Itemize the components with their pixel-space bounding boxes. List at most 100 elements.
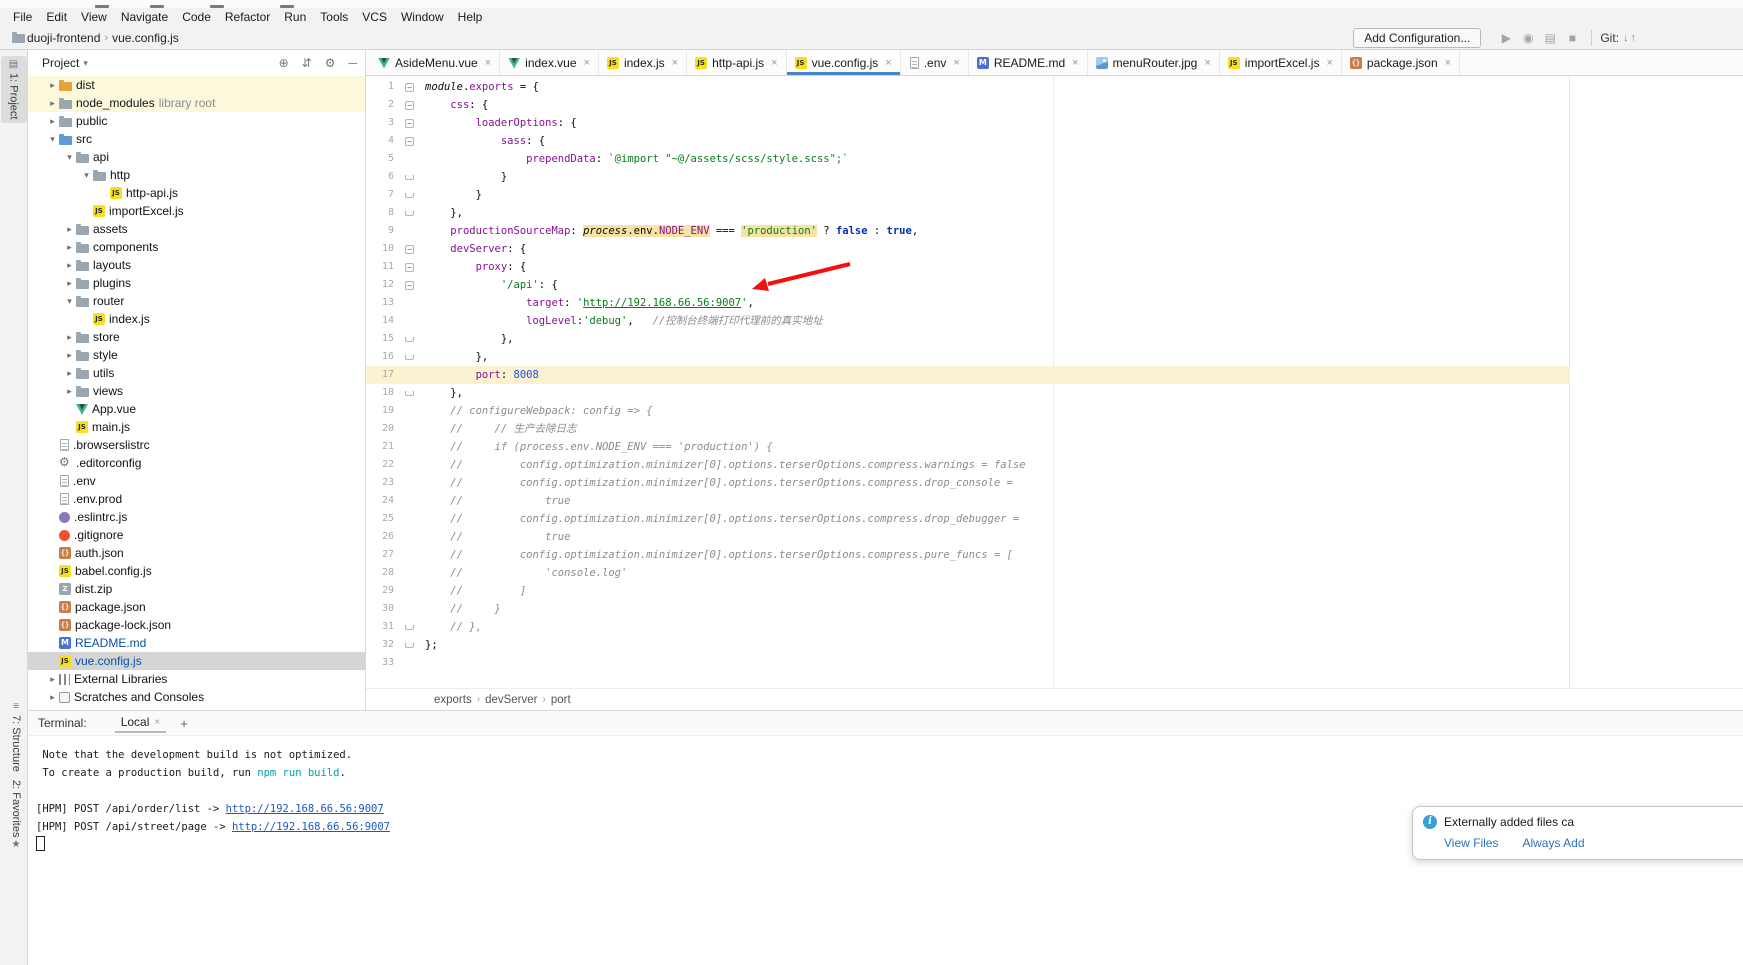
git-update-icon[interactable]: ↓↑ <box>1623 32 1638 44</box>
fold-marker[interactable]: − <box>394 119 425 128</box>
close-icon[interactable]: × <box>953 57 959 69</box>
chevron-right-icon[interactable]: ▸ <box>46 674 59 685</box>
collapse-all-icon[interactable]: ⇵ <box>302 56 312 70</box>
editor-tab[interactable]: index.js× <box>599 50 687 75</box>
tree-item[interactable]: ▸External Libraries <box>28 670 365 688</box>
tree-item[interactable]: ▸public <box>28 112 365 130</box>
breadcrumb-project[interactable]: duoji-frontend <box>27 31 100 45</box>
chevron-down-icon[interactable]: ▾ <box>63 296 76 307</box>
fold-marker[interactable]: − <box>394 101 425 110</box>
tree-item[interactable]: ▾api <box>28 148 365 166</box>
close-icon[interactable]: × <box>485 57 491 69</box>
debug-icon[interactable]: ◉ <box>1517 31 1539 45</box>
chevron-down-icon[interactable]: ▾ <box>80 170 93 181</box>
fold-marker[interactable]: − <box>394 281 425 290</box>
fold-marker[interactable] <box>394 193 425 198</box>
terminal-link[interactable]: http://192.168.66.56:9007 <box>232 821 390 833</box>
close-icon[interactable]: × <box>1445 57 1451 69</box>
fold-marker[interactable] <box>394 643 425 648</box>
chevron-down-icon[interactable]: ▾ <box>83 58 88 69</box>
tree-item[interactable]: package-lock.json <box>28 616 365 634</box>
breadcrumb-item[interactable]: port <box>551 694 571 706</box>
menu-item-vcs[interactable]: VCS <box>355 10 394 24</box>
stop-icon[interactable]: ■ <box>1561 31 1583 45</box>
menu-item-view[interactable]: View <box>74 10 114 24</box>
terminal-link[interactable]: http://192.168.66.56:9007 <box>226 803 384 815</box>
editor-tab[interactable]: index.vue× <box>500 50 599 75</box>
fold-marker[interactable]: − <box>394 263 425 272</box>
fold-marker[interactable]: − <box>394 137 425 146</box>
close-icon[interactable]: × <box>1326 57 1332 69</box>
chevron-down-icon[interactable]: ▾ <box>63 152 76 163</box>
tree-item[interactable]: vue.config.js <box>28 652 365 670</box>
close-icon[interactable]: × <box>885 57 891 69</box>
terminal-tab-local[interactable]: Local × <box>115 713 167 733</box>
project-panel-title[interactable]: Project <box>42 56 79 70</box>
menu-item-code[interactable]: Code <box>175 10 218 24</box>
settings-icon[interactable]: ⚙ <box>325 56 336 70</box>
git-branch-label[interactable]: Git: <box>1600 31 1619 45</box>
menu-item-file[interactable]: File <box>6 10 39 24</box>
menu-item-edit[interactable]: Edit <box>39 10 74 24</box>
tree-item[interactable]: ▸views <box>28 382 365 400</box>
tree-item[interactable]: ▾router <box>28 292 365 310</box>
profiler-icon[interactable]: ▤ <box>1539 31 1561 45</box>
tree-item[interactable]: .browserslistrc <box>28 436 365 454</box>
tree-item[interactable]: ▸components <box>28 238 365 256</box>
chevron-right-icon[interactable]: ▸ <box>63 260 76 271</box>
editor-tab[interactable]: AsideMenu.vue× <box>370 50 500 75</box>
chevron-right-icon[interactable]: ▸ <box>63 332 76 343</box>
chevron-right-icon[interactable]: ▸ <box>63 368 76 379</box>
tree-item[interactable]: main.js <box>28 418 365 436</box>
fold-marker[interactable]: − <box>394 245 425 254</box>
menu-item-run[interactable]: Run <box>277 10 313 24</box>
editor-tab[interactable]: http-api.js× <box>687 50 786 75</box>
chevron-right-icon[interactable]: ▸ <box>63 278 76 289</box>
editor-tab[interactable]: README.md× <box>969 50 1088 75</box>
breadcrumb-item[interactable]: exports <box>434 694 472 706</box>
tree-item[interactable]: ▸style <box>28 346 365 364</box>
tool-window-button-structure[interactable]: ≡ 7: Structure <box>3 698 29 776</box>
chevron-right-icon[interactable]: ▸ <box>63 350 76 361</box>
tree-item[interactable]: index.js <box>28 310 365 328</box>
close-icon[interactable]: × <box>154 717 160 728</box>
tree-item[interactable]: ▸dist <box>28 76 365 94</box>
tree-item[interactable]: ▸plugins <box>28 274 365 292</box>
locate-file-icon[interactable]: ⊕ <box>279 56 289 70</box>
tree-item[interactable]: auth.json <box>28 544 365 562</box>
tree-item[interactable]: ▸Scratches and Consoles <box>28 688 365 706</box>
editor-tab[interactable]: package.json× <box>1342 50 1460 75</box>
tree-item[interactable]: http-api.js <box>28 184 365 202</box>
tool-window-button-project[interactable]: ▤ 1: Project <box>1 56 27 123</box>
chevron-right-icon[interactable]: ▸ <box>63 242 76 253</box>
tree-item[interactable]: ▾src <box>28 130 365 148</box>
add-configuration-button[interactable]: Add Configuration... <box>1353 28 1481 48</box>
fold-marker[interactable] <box>394 211 425 216</box>
close-icon[interactable]: × <box>584 57 590 69</box>
tree-item[interactable]: .env.prod <box>28 490 365 508</box>
tree-item[interactable]: .eslintrc.js <box>28 508 365 526</box>
tree-item[interactable]: ▾http <box>28 166 365 184</box>
tree-item[interactable]: dist.zip <box>28 580 365 598</box>
menu-item-tools[interactable]: Tools <box>313 10 355 24</box>
breadcrumb-file[interactable]: vue.config.js <box>112 31 179 45</box>
editor-tab[interactable]: importExcel.js× <box>1220 50 1342 75</box>
menu-item-help[interactable]: Help <box>451 10 490 24</box>
fold-marker[interactable] <box>394 625 425 630</box>
tree-item[interactable]: .env <box>28 472 365 490</box>
run-icon[interactable]: ▶ <box>1495 31 1517 45</box>
chevron-right-icon[interactable]: ▸ <box>46 116 59 127</box>
chevron-right-icon[interactable]: ▸ <box>46 98 59 109</box>
fold-marker[interactable] <box>394 337 425 342</box>
close-icon[interactable]: × <box>1072 57 1078 69</box>
tree-item[interactable]: ▸node_moduleslibrary root <box>28 94 365 112</box>
chevron-down-icon[interactable]: ▾ <box>46 134 59 145</box>
close-icon[interactable]: × <box>672 57 678 69</box>
tree-item[interactable]: ▸store <box>28 328 365 346</box>
tree-item[interactable]: .gitignore <box>28 526 365 544</box>
tree-item[interactable]: ▸utils <box>28 364 365 382</box>
chevron-right-icon[interactable]: ▸ <box>63 386 76 397</box>
breadcrumb-item[interactable]: devServer <box>485 694 537 706</box>
tree-item[interactable]: App.vue <box>28 400 365 418</box>
tree-item[interactable]: ▸layouts <box>28 256 365 274</box>
